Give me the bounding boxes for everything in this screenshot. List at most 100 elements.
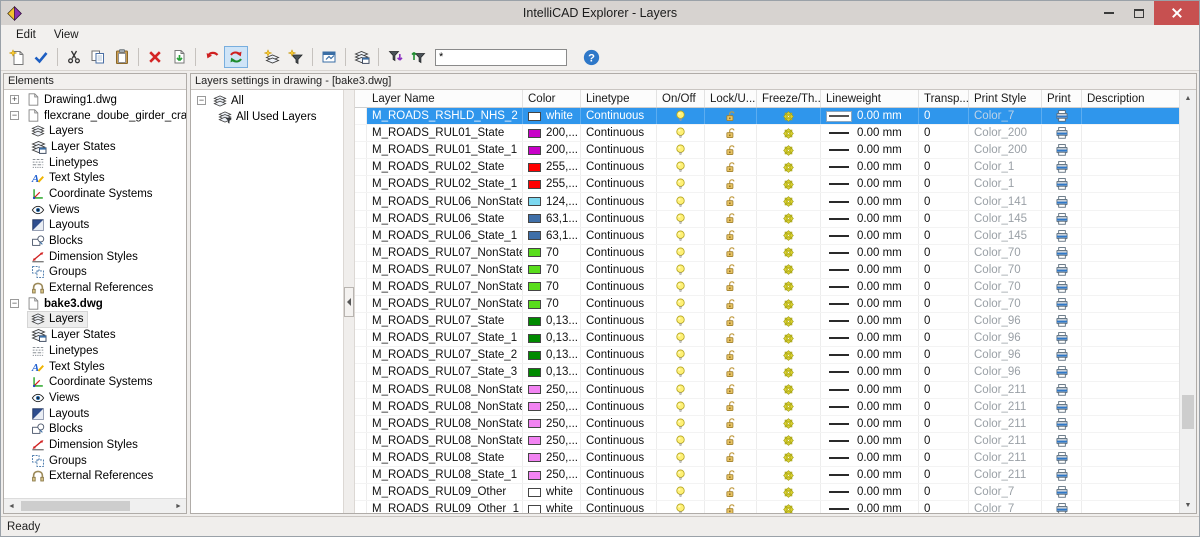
lineweight-cell[interactable]: 0.00 mm xyxy=(821,364,919,380)
freeze-cell[interactable] xyxy=(757,330,821,346)
transparency-cell[interactable]: 0 xyxy=(919,467,969,483)
column-header-print[interactable]: Print xyxy=(1042,90,1082,107)
layer-name-cell[interactable]: M_ROADS_RUL08_State xyxy=(367,450,523,466)
lock-cell[interactable] xyxy=(705,484,757,500)
transparency-cell[interactable]: 0 xyxy=(919,450,969,466)
tree-item-flexcrane-doube-girder-crane-groups[interactable]: Groups xyxy=(4,265,186,281)
on-off-cell[interactable] xyxy=(657,484,705,500)
on-off-cell[interactable] xyxy=(657,450,705,466)
filter-input[interactable] xyxy=(435,49,567,66)
scroll-left-arrow-icon[interactable] xyxy=(4,499,19,514)
tree-item-bake3-dwg-external-references[interactable]: External References xyxy=(4,469,186,485)
print-style-cell[interactable]: Color_211 xyxy=(969,433,1042,449)
freeze-cell[interactable] xyxy=(757,262,821,278)
print-cell[interactable] xyxy=(1042,364,1082,380)
linetype-cell[interactable]: Continuous xyxy=(581,501,657,513)
freeze-cell[interactable] xyxy=(757,382,821,398)
print-style-cell[interactable]: Color_211 xyxy=(969,416,1042,432)
table-row[interactable]: M_ROADS_RUL07_State0,13...Continuous0.00… xyxy=(355,313,1179,330)
tree-node-flexcrane-doube-girder-crane[interactable]: flexcrane_doube_girder_crane xyxy=(4,108,186,124)
tree-item-bake3-dwg-linetypes[interactable]: Linetypes xyxy=(4,343,186,359)
table-row[interactable]: M_ROADS_RUL07_State_20,13...Continuous0.… xyxy=(355,347,1179,364)
on-off-cell[interactable] xyxy=(657,176,705,192)
on-off-cell[interactable] xyxy=(657,347,705,363)
freeze-cell[interactable] xyxy=(757,347,821,363)
linetype-cell[interactable]: Continuous xyxy=(581,313,657,329)
layer-name-cell[interactable]: M_ROADS_RUL07_NonState xyxy=(367,245,523,261)
lineweight-cell[interactable]: 0.00 mm xyxy=(821,245,919,261)
lock-cell[interactable] xyxy=(705,211,757,227)
description-cell[interactable] xyxy=(1082,484,1179,500)
freeze-cell[interactable] xyxy=(757,399,821,415)
print-cell[interactable] xyxy=(1042,125,1082,141)
table-row[interactable]: M_ROADS_RUL07_State_30,13...Continuous0.… xyxy=(355,364,1179,381)
lock-cell[interactable] xyxy=(705,125,757,141)
tree-item-bake3-dwg-coordinate-systems[interactable]: Coordinate Systems xyxy=(4,374,186,390)
transparency-cell[interactable]: 0 xyxy=(919,262,969,278)
layer-name-cell[interactable]: M_ROADS_RUL07_State_1 xyxy=(367,330,523,346)
description-cell[interactable] xyxy=(1082,296,1179,312)
lock-cell[interactable] xyxy=(705,142,757,158)
color-cell[interactable]: 250,... xyxy=(523,433,581,449)
column-header-print-style[interactable]: Print Style xyxy=(969,90,1042,107)
print-style-cell[interactable]: Color_7 xyxy=(969,108,1042,124)
lineweight-cell[interactable]: 0.00 mm xyxy=(821,330,919,346)
print-style-cell[interactable]: Color_1 xyxy=(969,159,1042,175)
color-cell[interactable]: 200,... xyxy=(523,142,581,158)
refresh-button[interactable] xyxy=(224,46,248,68)
layer-name-cell[interactable]: M_ROADS_RUL09_Other xyxy=(367,484,523,500)
print-style-cell[interactable]: Color_96 xyxy=(969,364,1042,380)
layer-name-cell[interactable]: M_ROADS_RUL07_State xyxy=(367,313,523,329)
scroll-thumb[interactable] xyxy=(21,501,130,511)
transparency-cell[interactable]: 0 xyxy=(919,108,969,124)
description-cell[interactable] xyxy=(1082,262,1179,278)
description-cell[interactable] xyxy=(1082,450,1179,466)
lock-cell[interactable] xyxy=(705,245,757,261)
description-cell[interactable] xyxy=(1082,125,1179,141)
linetype-cell[interactable]: Continuous xyxy=(581,296,657,312)
table-row[interactable]: M_ROADS_RUL06_State63,1...Continuous0.00… xyxy=(355,211,1179,228)
table-row[interactable]: M_ROADS_RUL07_State_10,13...Continuous0.… xyxy=(355,330,1179,347)
transparency-cell[interactable]: 0 xyxy=(919,330,969,346)
lineweight-cell[interactable]: 0.00 mm xyxy=(821,228,919,244)
help-button[interactable]: ? xyxy=(579,46,603,68)
transparency-cell[interactable]: 0 xyxy=(919,125,969,141)
cut-button[interactable] xyxy=(62,46,86,68)
layer-name-cell[interactable]: M_ROADS_RUL09_Other_1 xyxy=(367,501,523,513)
expand-expander-icon[interactable] xyxy=(10,95,19,104)
table-row[interactable]: M_ROADS_RUL09_OtherwhiteContinuous0.00 m… xyxy=(355,484,1179,501)
minimize-button[interactable] xyxy=(1094,1,1124,25)
tree-item-bake3-dwg-layer-states[interactable]: Layer States xyxy=(4,327,186,343)
print-style-cell[interactable]: Color_7 xyxy=(969,501,1042,513)
transparency-cell[interactable]: 0 xyxy=(919,296,969,312)
scroll-track[interactable] xyxy=(1180,106,1196,497)
print-style-cell[interactable]: Color_211 xyxy=(969,399,1042,415)
collapse-expander-icon[interactable] xyxy=(10,111,19,120)
on-off-cell[interactable] xyxy=(657,467,705,483)
table-row[interactable]: M_ROADS_RUL06_NonState124,...Continuous0… xyxy=(355,193,1179,210)
print-cell[interactable] xyxy=(1042,433,1082,449)
print-cell[interactable] xyxy=(1042,382,1082,398)
freeze-cell[interactable] xyxy=(757,279,821,295)
table-row[interactable]: M_ROADS_RUL08_State_1250,...Continuous0.… xyxy=(355,467,1179,484)
print-cell[interactable] xyxy=(1042,450,1082,466)
freeze-cell[interactable] xyxy=(757,125,821,141)
print-cell[interactable] xyxy=(1042,193,1082,209)
lineweight-cell[interactable]: 0.00 mm xyxy=(821,108,919,124)
transparency-cell[interactable]: 0 xyxy=(919,416,969,432)
scroll-track[interactable] xyxy=(19,499,171,513)
table-row[interactable]: M_ROADS_RUL07_NonState_170Continuous0.00… xyxy=(355,262,1179,279)
on-off-cell[interactable] xyxy=(657,211,705,227)
column-header-color[interactable]: Color xyxy=(523,90,581,107)
on-off-cell[interactable] xyxy=(657,399,705,415)
print-style-cell[interactable]: Color_141 xyxy=(969,193,1042,209)
print-cell[interactable] xyxy=(1042,159,1082,175)
table-row[interactable]: M_ROADS_RUL02_State_1255,...Continuous0.… xyxy=(355,176,1179,193)
transparency-cell[interactable]: 0 xyxy=(919,433,969,449)
transparency-cell[interactable]: 0 xyxy=(919,501,969,513)
paste-button[interactable] xyxy=(110,46,134,68)
collapse-panel-button[interactable] xyxy=(344,287,354,317)
freeze-cell[interactable] xyxy=(757,450,821,466)
tree-item-bake3-dwg-dimension-styles[interactable]: Dimension Styles xyxy=(4,437,186,453)
menu-item-view[interactable]: View xyxy=(45,27,88,43)
